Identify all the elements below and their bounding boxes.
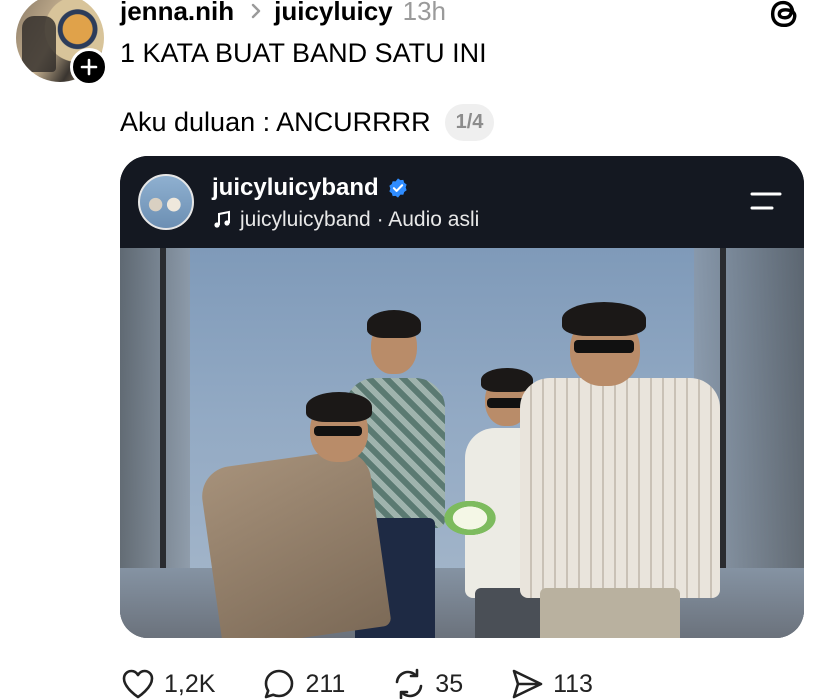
band-photo (120, 248, 804, 638)
author-avatar-wrap[interactable] (16, 0, 108, 86)
page-indicator: 1/4 (444, 104, 495, 141)
reply-count: 211 (305, 669, 346, 698)
repost-count: 35 (435, 669, 464, 698)
reel-account-name: juicyluicyband (212, 174, 379, 201)
reel-account[interactable]: juicyluicyband (212, 174, 409, 202)
heart-icon (122, 669, 154, 699)
share-count: 113 (553, 669, 593, 698)
post-header: jenna.nih juicyluicy 13h (120, 0, 446, 28)
menu-icon[interactable] (748, 190, 784, 212)
timestamp: 13h (402, 0, 447, 26)
repost-icon (395, 668, 423, 699)
username[interactable]: jenna.nih (120, 0, 234, 27)
action-bar: 1,2K 211 35 113 (120, 664, 639, 699)
post-text-line2: Aku duluan : ANCURRRR 1/4 (120, 104, 495, 141)
add-icon (80, 58, 98, 76)
flower (440, 498, 500, 538)
reel-avatar[interactable] (138, 174, 194, 230)
media-card[interactable]: juicyluicyband juicyluicyband · Audio as… (120, 156, 804, 638)
share-icon (512, 669, 543, 699)
reel-header: juicyluicyband juicyluicyband · Audio as… (120, 156, 804, 248)
share-button[interactable]: 113 (509, 666, 593, 699)
post-text-line1: 1 KATA BUAT BAND SATU INI (120, 38, 487, 68)
repost-button[interactable]: 35 (391, 666, 463, 699)
follow-button[interactable] (70, 48, 108, 86)
music-note-icon (214, 210, 230, 228)
reel-audio-label: juicyluicyband · Audio asli (240, 208, 480, 231)
reply-to-username[interactable]: juicyluicy (274, 0, 393, 27)
chevron-right-icon (246, 1, 266, 21)
reel-audio[interactable]: juicyluicyband · Audio asli (212, 208, 479, 232)
like-button[interactable]: 1,2K (120, 666, 215, 699)
like-count: 1,2K (164, 669, 216, 698)
comment-button[interactable]: 211 (261, 666, 345, 699)
threads-logo-icon[interactable] (766, 0, 804, 32)
comment-icon (265, 669, 294, 699)
verified-icon (389, 178, 407, 198)
post-text-line2-content: Aku duluan : ANCURRRR (120, 107, 431, 137)
